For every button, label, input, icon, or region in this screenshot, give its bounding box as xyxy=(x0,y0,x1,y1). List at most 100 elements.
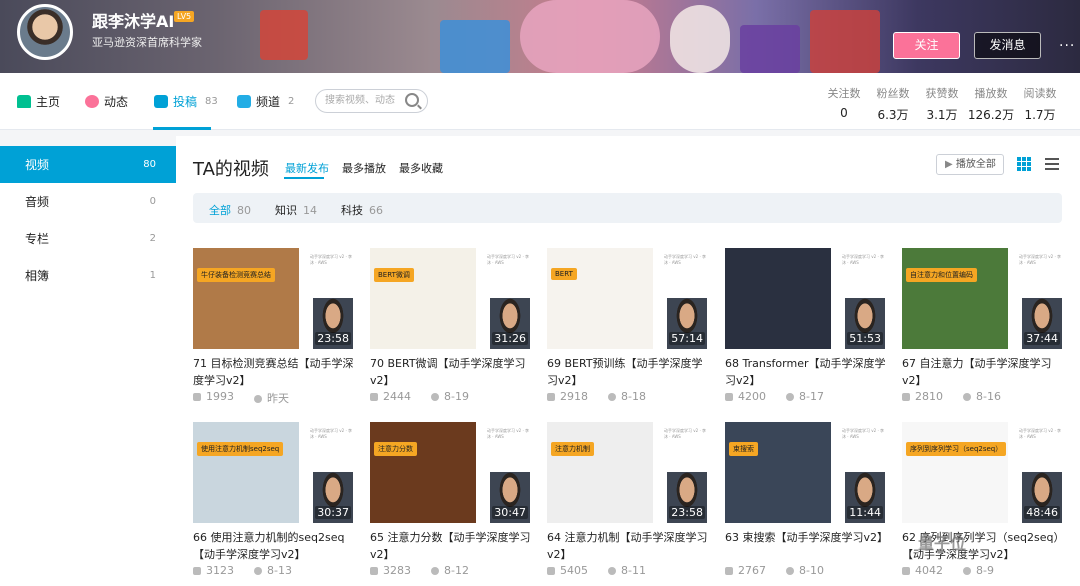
video-meta: 2810 8-16 xyxy=(902,390,1001,403)
gift-box-decoration xyxy=(440,20,510,73)
video-meta: 5405 8-11 xyxy=(547,564,646,577)
video-title[interactable]: 71 目标检测竞赛总结【动手学深度学习v2】 xyxy=(193,355,354,389)
sidebar-item-audio[interactable]: 音频 0 xyxy=(0,183,176,220)
grid-view-icon[interactable] xyxy=(1017,157,1031,171)
play-icon: ▶ xyxy=(945,159,953,170)
tab-latest[interactable]: 最新发布 xyxy=(285,160,329,176)
video-plays: 2918 xyxy=(547,390,588,403)
video-card[interactable]: 动手学深度学习 v2 · 李沐 · AWS 注意力机制 23:58 64 注意力机制【… xyxy=(547,422,708,582)
search-icon[interactable] xyxy=(405,93,419,107)
video-thumbnail[interactable]: 动手学深度学习 v2 · 李沐 · AWS 使用注意力机制seq2seq 30:37 xyxy=(193,422,354,523)
message-button[interactable]: 发消息 xyxy=(974,32,1041,59)
video-title[interactable]: 70 BERT微调【动手学深度学习v2】 xyxy=(370,355,531,389)
video-plays: 4200 xyxy=(725,390,766,403)
play-all-button[interactable]: ▶ 播放全部 xyxy=(936,154,1004,175)
video-date: 8-13 xyxy=(254,564,292,577)
thumbnail-tag: 序列到序列学习（seq2seq） xyxy=(906,442,1007,456)
video-thumbnail[interactable]: 动手学深度学习 v2 · 李沐 · AWS 51:53 xyxy=(725,248,886,349)
video-card[interactable]: 动手学深度学习 v2 · 李沐 · AWS 束搜索 11:44 63 束搜索【动手学深… xyxy=(725,422,886,582)
video-card[interactable]: 动手学深度学习 v2 · 李沐 · AWS 注意力分数 30:47 65 注意力分数【… xyxy=(370,422,531,582)
video-title[interactable]: 69 BERT预训练【动手学深度学习v2】 xyxy=(547,355,708,389)
stat-reads: 阅读数 1.7万 xyxy=(1023,87,1057,122)
video-plays: 2767 xyxy=(725,564,766,577)
channel-icon xyxy=(237,95,251,108)
video-meta: 3283 8-12 xyxy=(370,564,469,577)
tab-most-played[interactable]: 最多播放 xyxy=(342,160,386,176)
list-view-icon[interactable] xyxy=(1045,157,1059,171)
thumbnail-watermark: 动手学深度学习 v2 · 李沐 · AWS xyxy=(1019,428,1061,439)
video-date: 8-19 xyxy=(431,390,469,403)
video-thumbnail[interactable]: 动手学深度学习 v2 · 李沐 · AWS 注意力机制 23:58 xyxy=(547,422,708,523)
follow-button[interactable]: 关注 xyxy=(893,32,960,59)
stat-following[interactable]: 关注数 0 xyxy=(819,85,869,120)
thumbnail-watermark: 动手学深度学习 v2 · 李沐 · AWS xyxy=(842,254,884,265)
tab-most-favorited[interactable]: 最多收藏 xyxy=(399,160,443,176)
sidebar-item-video[interactable]: 视频 80 xyxy=(0,146,176,183)
nav-uploads[interactable]: 投稿 83 xyxy=(154,93,218,110)
video-date: 昨天 xyxy=(254,390,289,406)
sidebar-item-column[interactable]: 专栏 2 xyxy=(0,220,176,257)
video-card[interactable]: 动手学深度学习 v2 · 李沐 · AWS 51:53 68 Transformer… xyxy=(725,248,886,408)
more-options-icon[interactable]: ··· xyxy=(1059,38,1075,54)
video-card[interactable]: 动手学深度学习 v2 · 李沐 · AWS BERT 57:14 69 BERT预训练… xyxy=(547,248,708,408)
video-thumbnail[interactable]: 动手学深度学习 v2 · 李沐 · AWS 注意力分数 30:47 xyxy=(370,422,531,523)
gift-box-decoration xyxy=(740,25,800,73)
video-duration: 31:26 xyxy=(492,332,528,345)
video-date: 8-9 xyxy=(963,564,994,577)
video-card[interactable]: 动手学深度学习 v2 · 李沐 · AWS 牛仔装备检测竞赛总结 23:58 71 目… xyxy=(193,248,354,408)
thumbnail-image xyxy=(902,248,1008,349)
video-duration: 30:37 xyxy=(315,506,351,519)
thumbnail-tag: 牛仔装备检测竞赛总结 xyxy=(197,268,275,282)
video-meta: 3123 8-13 xyxy=(193,564,292,577)
nav-home[interactable]: 主页 xyxy=(17,93,60,110)
video-card[interactable]: 动手学深度学习 v2 · 李沐 · AWS BERT微调 31:26 70 BERT微… xyxy=(370,248,531,408)
watermark: 量子位 xyxy=(918,534,967,553)
video-title[interactable]: 68 Transformer【动手学深度学习v2】 xyxy=(725,355,886,389)
video-thumbnail[interactable]: 动手学深度学习 v2 · 李沐 · AWS BERT微调 31:26 xyxy=(370,248,531,349)
video-card[interactable]: 动手学深度学习 v2 · 李沐 · AWS 自注意力和位置编码 37:44 67 自注… xyxy=(902,248,1063,408)
thumbnail-image xyxy=(193,422,299,523)
filter-knowledge[interactable]: 知识 14 xyxy=(275,202,317,218)
video-title[interactable]: 63 束搜索【动手学深度学习v2】 xyxy=(725,529,886,546)
video-thumbnail[interactable]: 动手学深度学习 v2 · 李沐 · AWS BERT 57:14 xyxy=(547,248,708,349)
level-badge: LV5 xyxy=(174,11,195,22)
thumbnail-watermark: 动手学深度学习 v2 · 李沐 · AWS xyxy=(310,254,352,265)
stat-fans[interactable]: 粉丝数 6.3万 xyxy=(868,85,918,123)
thumbnail-image xyxy=(725,248,831,349)
video-duration: 37:44 xyxy=(1024,332,1060,345)
avatar[interactable] xyxy=(17,4,73,60)
video-thumbnail[interactable]: 动手学深度学习 v2 · 李沐 · AWS 序列到序列学习（seq2seq） 48:… xyxy=(902,422,1063,523)
user-name[interactable]: 跟李沐学AI xyxy=(92,8,174,32)
video-duration: 11:44 xyxy=(847,506,883,519)
video-title[interactable]: 65 注意力分数【动手学深度学习v2】 xyxy=(370,529,531,563)
video-card[interactable]: 动手学深度学习 v2 · 李沐 · AWS 使用注意力机制seq2seq 30:37… xyxy=(193,422,354,582)
filter-all[interactable]: 全部 80 xyxy=(209,202,251,218)
thumbnail-image xyxy=(370,422,476,523)
thumbnail-tag: 束搜索 xyxy=(729,442,758,456)
video-date: 8-18 xyxy=(608,390,646,403)
video-card[interactable]: 动手学深度学习 v2 · 李沐 · AWS 序列到序列学习（seq2seq） 48:… xyxy=(902,422,1063,582)
sidebar-item-album[interactable]: 相簿 1 xyxy=(0,257,176,294)
video-title[interactable]: 64 注意力机制【动手学深度学习v2】 xyxy=(547,529,708,563)
nav-dynamic[interactable]: 动态 xyxy=(85,93,128,110)
thumbnail-tag: 自注意力和位置编码 xyxy=(906,268,977,282)
video-duration: 23:58 xyxy=(669,506,705,519)
video-meta: 4042 8-9 xyxy=(902,564,994,577)
video-plays: 5405 xyxy=(547,564,588,577)
video-duration: 57:14 xyxy=(669,332,705,345)
video-thumbnail[interactable]: 动手学深度学习 v2 · 李沐 · AWS 束搜索 11:44 xyxy=(725,422,886,523)
filter-tech[interactable]: 科技 66 xyxy=(341,202,383,218)
tab-active-indicator xyxy=(284,177,324,179)
video-date: 8-12 xyxy=(431,564,469,577)
gift-box-decoration xyxy=(260,10,308,60)
thumbnail-tag: BERT微调 xyxy=(374,268,414,282)
video-title[interactable]: 66 使用注意力机制的seq2seq【动手学深度学习v2】 xyxy=(193,529,354,563)
video-thumbnail[interactable]: 动手学深度学习 v2 · 李沐 · AWS 自注意力和位置编码 37:44 xyxy=(902,248,1063,349)
thumbnail-image xyxy=(902,422,1008,523)
video-title[interactable]: 67 自注意力【动手学深度学习v2】 xyxy=(902,355,1063,389)
video-thumbnail[interactable]: 动手学深度学习 v2 · 李沐 · AWS 牛仔装备检测竞赛总结 23:58 xyxy=(193,248,354,349)
thumbnail-image xyxy=(547,248,653,349)
nav-channels[interactable]: 频道 2 xyxy=(237,93,294,110)
content-sidebar: 视频 80 音频 0 专栏 2 相簿 1 xyxy=(0,146,176,586)
thumbnail-image xyxy=(725,422,831,523)
